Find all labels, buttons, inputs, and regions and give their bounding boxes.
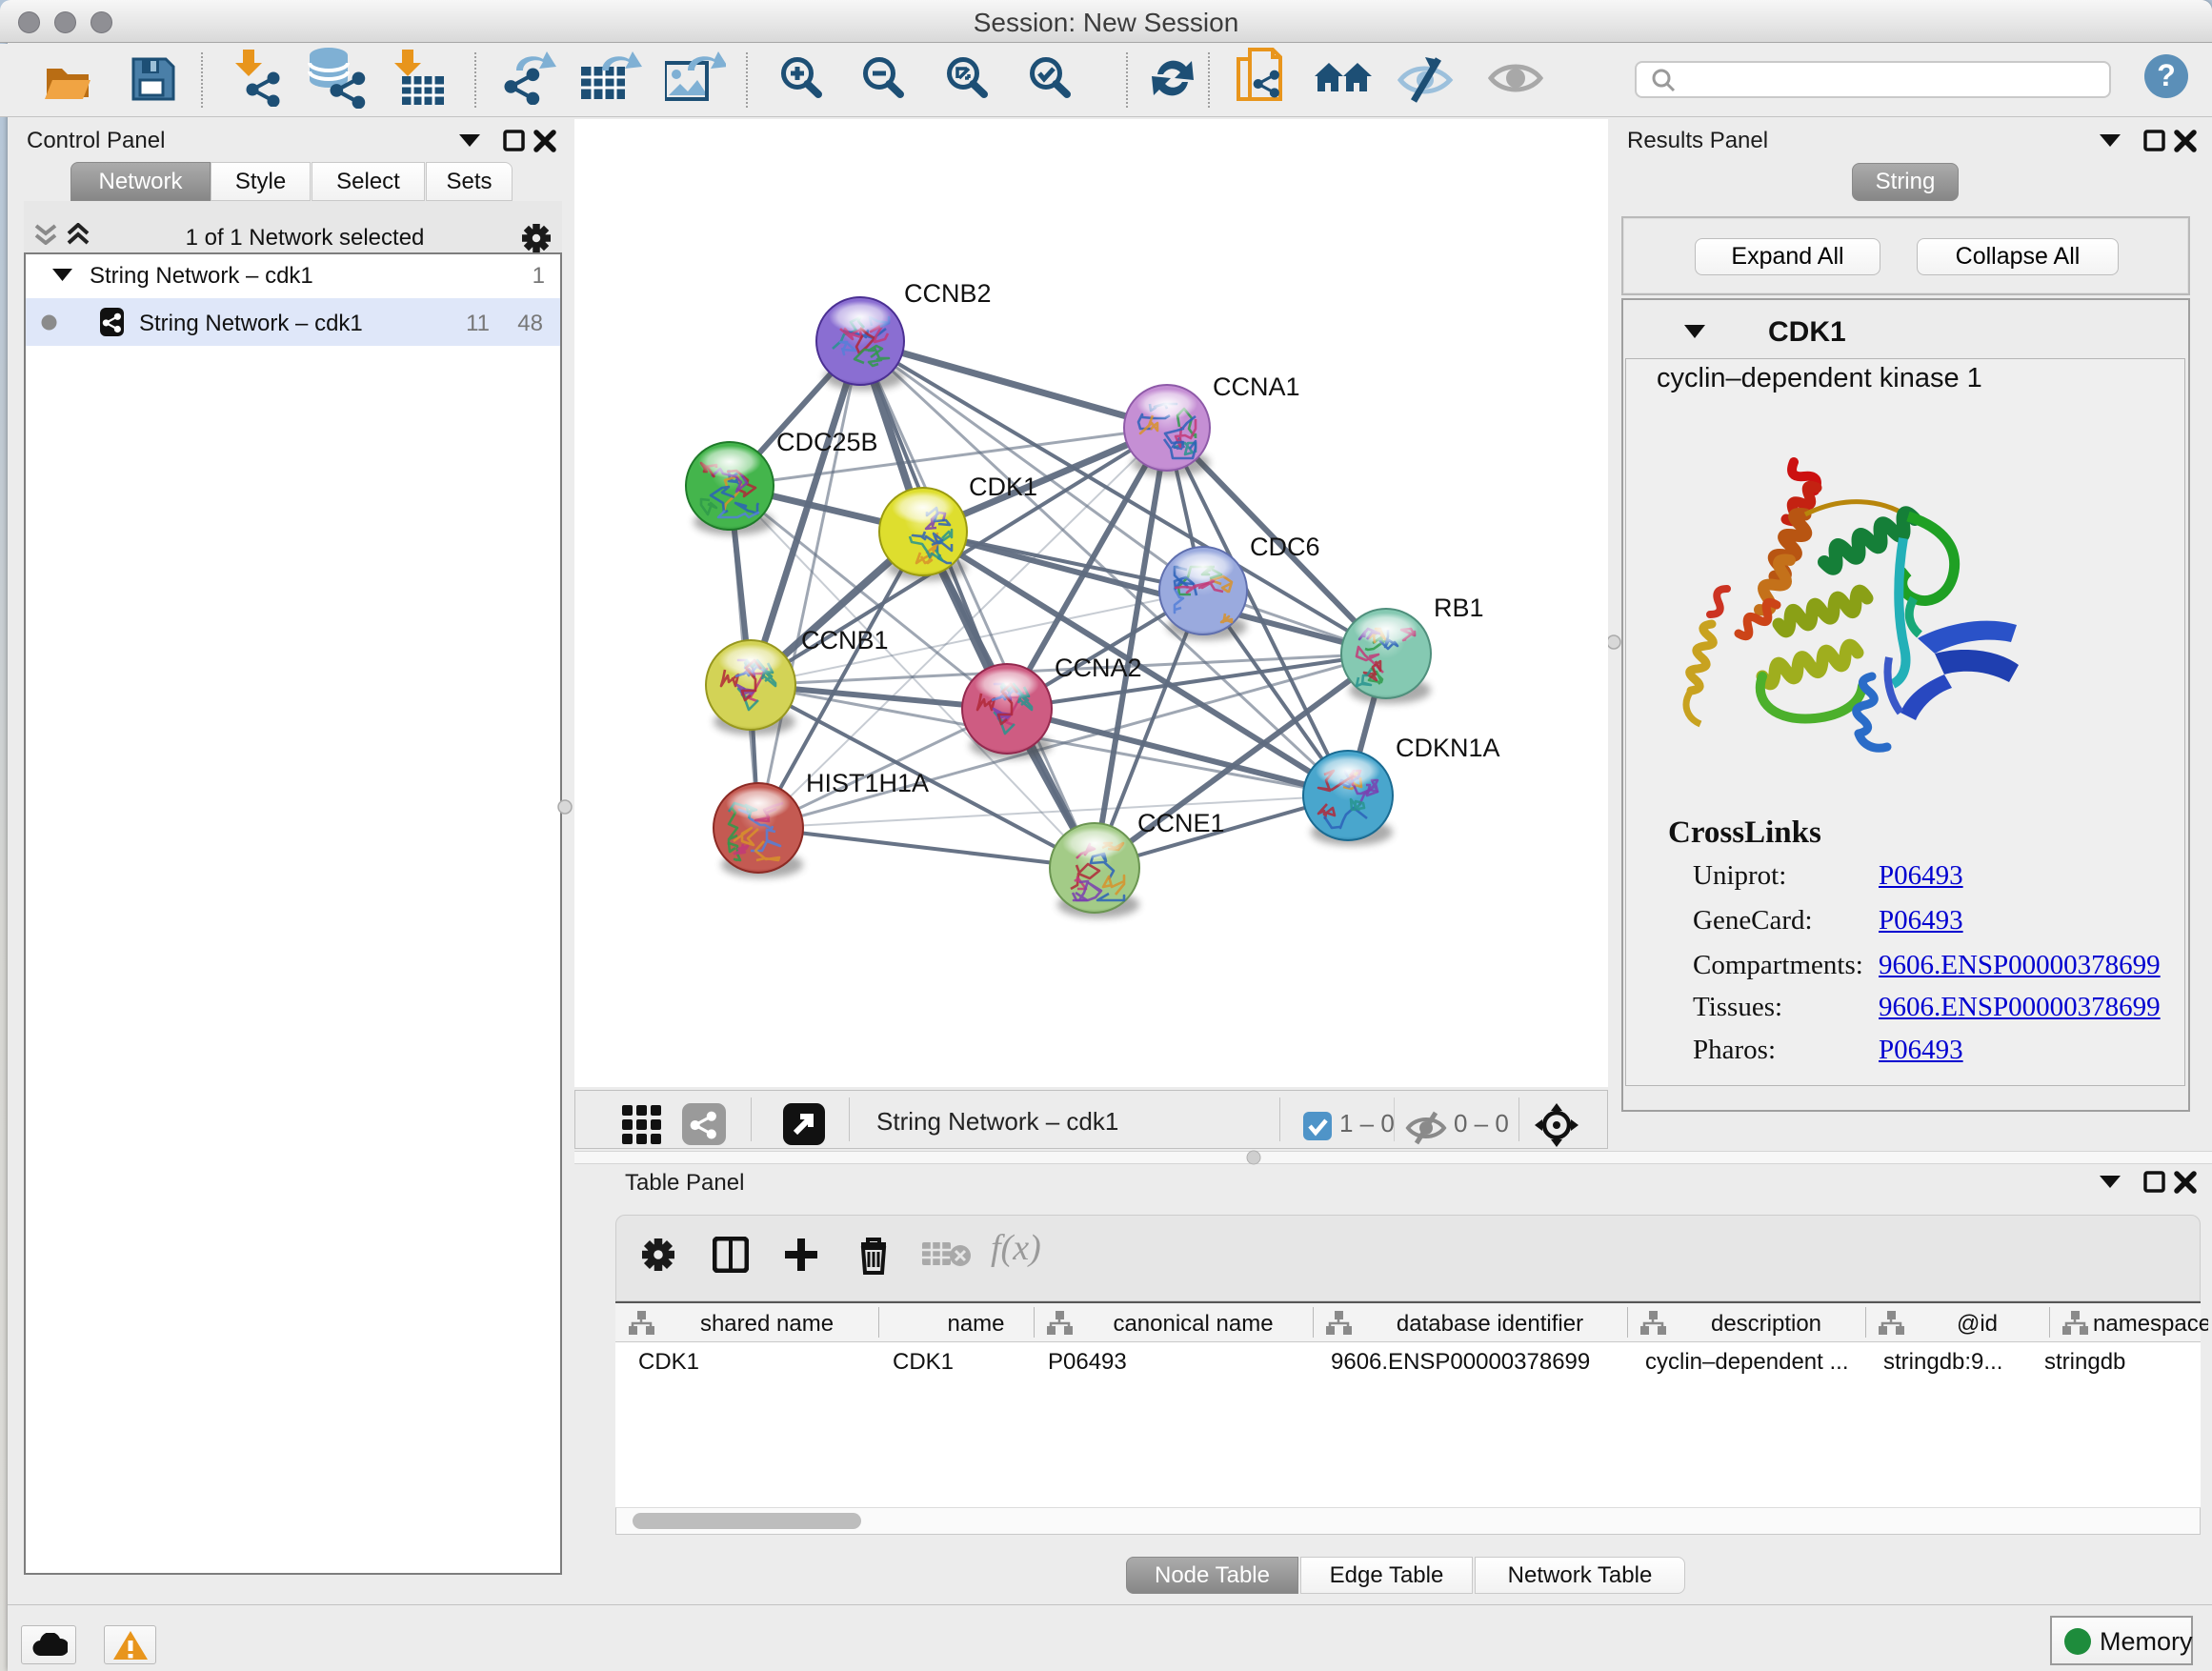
svg-text:CCNB1: CCNB1: [801, 626, 889, 654]
svg-text:CDC25B: CDC25B: [776, 428, 878, 456]
svg-text:CDKN1A: CDKN1A: [1396, 734, 1500, 762]
svg-text:?: ?: [2157, 58, 2176, 92]
svg-text:HIST1H1A: HIST1H1A: [806, 769, 929, 797]
svg-text:CCNA2: CCNA2: [1055, 654, 1142, 682]
svg-text:CCNA1: CCNA1: [1213, 372, 1300, 401]
svg-text:CCNE1: CCNE1: [1137, 809, 1225, 837]
svg-text:CCNB2: CCNB2: [904, 279, 992, 308]
svg-text:CDK1: CDK1: [969, 473, 1037, 501]
svg-text:CDC6: CDC6: [1250, 533, 1320, 561]
svg-text:RB1: RB1: [1434, 594, 1484, 622]
